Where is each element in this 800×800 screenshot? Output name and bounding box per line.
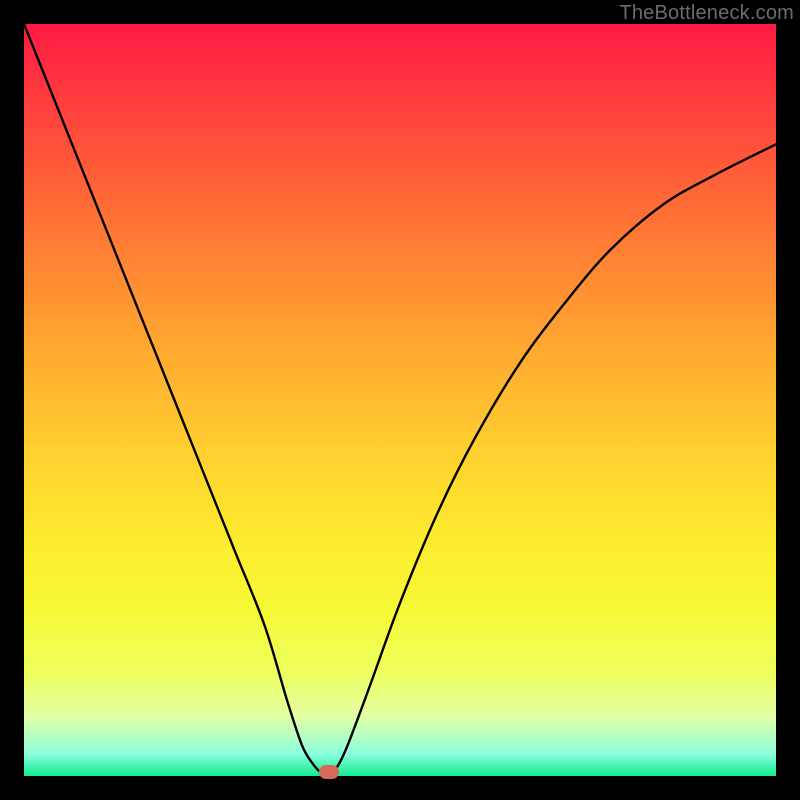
bottleneck-curve	[24, 24, 776, 776]
chart-frame: TheBottleneck.com	[0, 0, 800, 800]
plot-area	[24, 24, 776, 776]
watermark-text: TheBottleneck.com	[619, 2, 794, 25]
optimum-marker	[319, 765, 339, 779]
